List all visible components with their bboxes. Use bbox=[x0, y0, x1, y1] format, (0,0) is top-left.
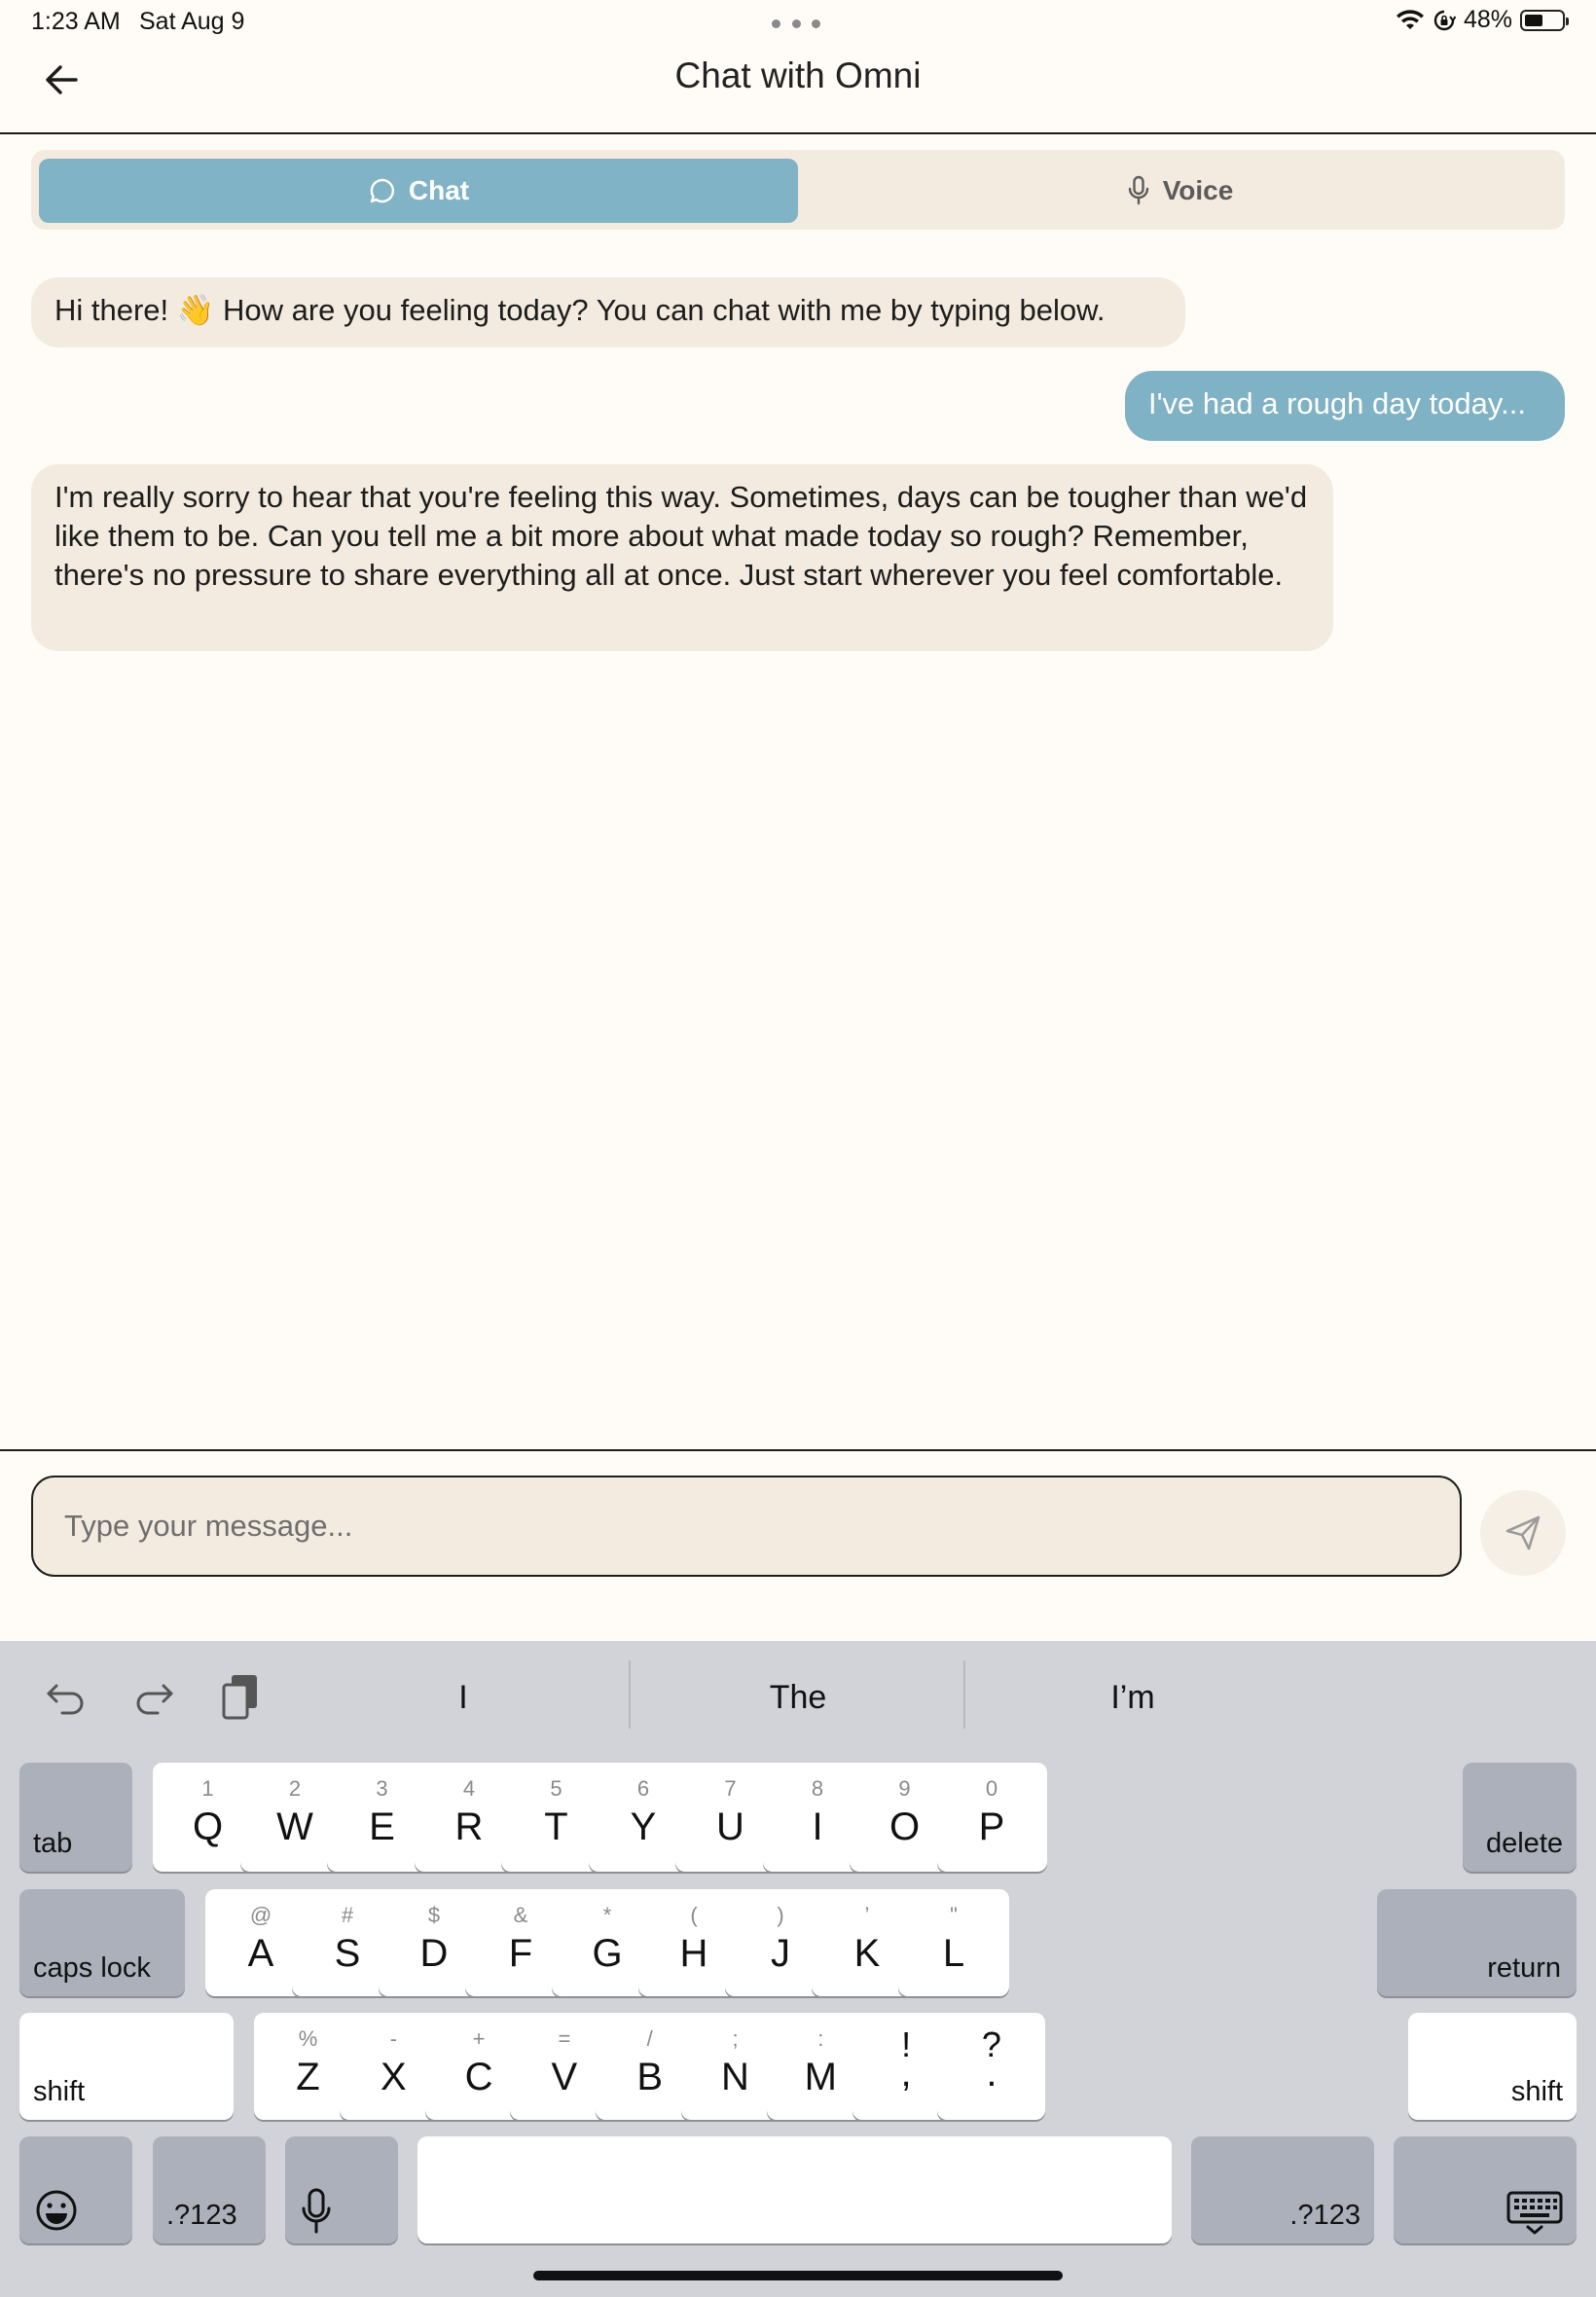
numbers-key-right-label: .?123 bbox=[1289, 2200, 1360, 2231]
suggestion-divider bbox=[629, 1660, 631, 1729]
clipboard-icon bbox=[222, 1675, 257, 1720]
chat-bubble-icon bbox=[370, 178, 394, 203]
shift-right-key-label: shift bbox=[1510, 2076, 1563, 2107]
space-key[interactable] bbox=[417, 2136, 1172, 2243]
home-indicator[interactable] bbox=[533, 2271, 1063, 2280]
caps-lock-key[interactable]: caps lock bbox=[19, 1889, 185, 1996]
microphone-icon bbox=[1128, 175, 1148, 205]
delete-key[interactable]: delete bbox=[1463, 1763, 1577, 1872]
key-secondary-label: " bbox=[950, 1903, 958, 1927]
tab-key-label: tab bbox=[33, 1828, 73, 1859]
delete-key-label: delete bbox=[1485, 1828, 1563, 1859]
suggestion-3[interactable]: I’m bbox=[967, 1666, 1298, 1729]
emoji-icon bbox=[36, 2190, 77, 2231]
numbers-key-left[interactable]: .?123 bbox=[153, 2136, 266, 2243]
numbers-key-left-label: .?123 bbox=[166, 2200, 237, 2231]
wifi-icon bbox=[1396, 9, 1424, 29]
shift-right-key[interactable]: shift bbox=[1408, 2013, 1577, 2120]
tab-chat-label: Chat bbox=[408, 175, 470, 205]
caps-lock-key-label: caps lock bbox=[33, 1952, 151, 1984]
suggestion-1[interactable]: I bbox=[298, 1666, 629, 1729]
send-icon bbox=[1505, 1515, 1541, 1550]
tab-key[interactable]: tab bbox=[19, 1763, 132, 1872]
tab-voice-label: Voice bbox=[1162, 175, 1234, 205]
bot-message: I'm really sorry to hear that you're fee… bbox=[31, 464, 1333, 651]
tab-voice[interactable]: Voice bbox=[802, 159, 1557, 223]
orientation-lock-icon bbox=[1433, 10, 1456, 30]
tab-chat[interactable]: Chat bbox=[39, 159, 798, 223]
key-primary-label: P bbox=[978, 1805, 1005, 1848]
redo-icon bbox=[136, 1684, 173, 1715]
suggestion-2[interactable]: The bbox=[633, 1666, 963, 1729]
numbers-key-right[interactable]: .?123 bbox=[1191, 2136, 1374, 2243]
microphone-icon bbox=[302, 2188, 331, 2234]
multitasking-dots-icon[interactable] bbox=[772, 19, 820, 29]
key-secondary-label: 0 bbox=[985, 1776, 998, 1801]
page-title: Chat with Omni bbox=[674, 55, 922, 95]
redo-button[interactable] bbox=[127, 1670, 181, 1725]
battery-icon bbox=[1520, 9, 1569, 31]
dismiss-keyboard-key[interactable] bbox=[1394, 2136, 1577, 2243]
emoji-key[interactable] bbox=[19, 2136, 132, 2243]
dictation-key[interactable] bbox=[285, 2136, 398, 2243]
keyboard-dismiss-icon bbox=[1506, 2191, 1563, 2235]
undo-icon bbox=[47, 1684, 84, 1715]
battery-percent: 48% bbox=[1463, 6, 1512, 33]
key-period[interactable]: ?. bbox=[937, 2013, 1046, 2120]
bot-message: Hi there! 👋 How are you feeling today? Y… bbox=[31, 277, 1185, 347]
key-primary-label: L bbox=[942, 1932, 965, 1975]
shift-left-key[interactable]: shift bbox=[19, 2013, 234, 2120]
paste-button[interactable] bbox=[214, 1670, 269, 1725]
shift-left-key-label: shift bbox=[33, 2076, 86, 2107]
undo-button[interactable] bbox=[39, 1670, 93, 1725]
status-date: Sat Aug 9 bbox=[139, 8, 245, 35]
composer-divider bbox=[0, 1449, 1596, 1451]
user-message: I've had a rough day today... bbox=[1125, 371, 1565, 441]
status-time: 1:23 AM bbox=[31, 8, 121, 35]
send-button[interactable] bbox=[1480, 1490, 1566, 1576]
message-input[interactable] bbox=[31, 1476, 1462, 1577]
suggestion-divider bbox=[963, 1660, 965, 1729]
return-key[interactable]: return bbox=[1377, 1889, 1577, 1996]
key-primary-label: . bbox=[986, 2052, 998, 2095]
key-l[interactable]: " L bbox=[898, 1889, 1009, 1996]
status-right: 48% bbox=[1396, 6, 1569, 34]
key-p[interactable]: 0P bbox=[936, 1763, 1047, 1872]
header-divider bbox=[0, 132, 1596, 134]
return-key-label: return bbox=[1487, 1952, 1561, 1984]
